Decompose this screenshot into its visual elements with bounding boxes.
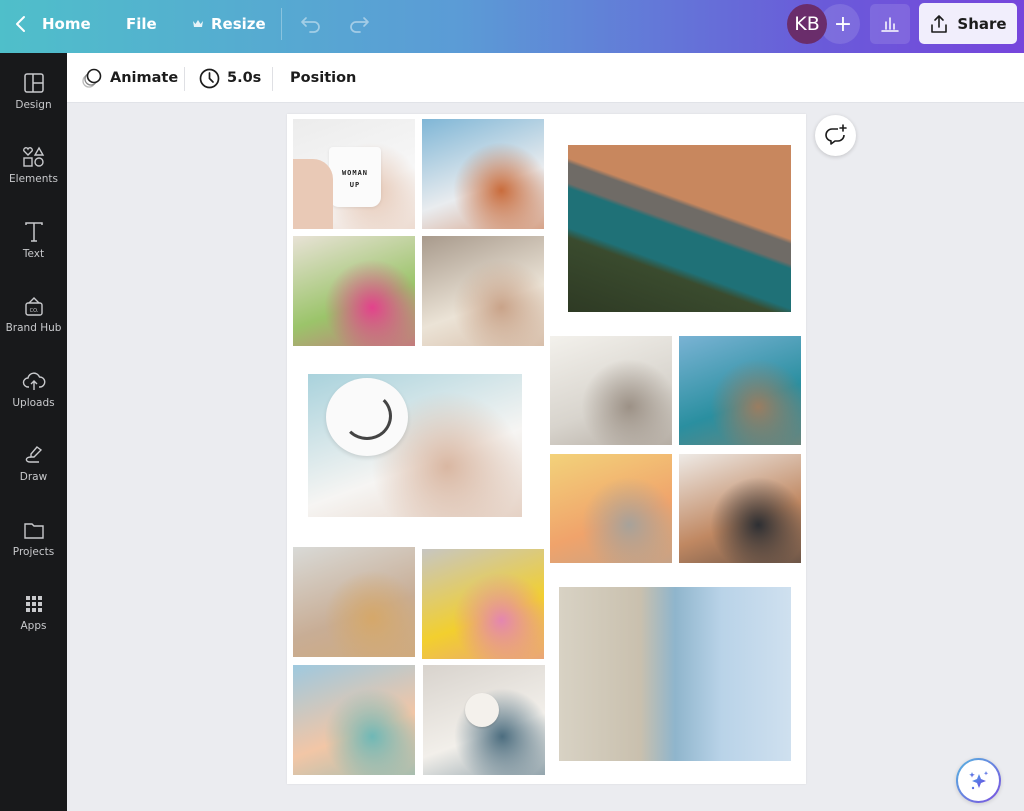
add-comment-button[interactable] xyxy=(815,115,856,156)
svg-text:CO.: CO. xyxy=(29,308,38,314)
design-page[interactable]: WOMAN UP xyxy=(287,114,806,784)
sidebar-item-text[interactable]: Text xyxy=(0,219,67,289)
folder-icon xyxy=(23,523,44,539)
brand-hub-icon: CO. xyxy=(24,297,43,316)
sidebar-item-label: Apps xyxy=(20,620,47,632)
animate-button[interactable]: Animate xyxy=(81,53,178,103)
divider xyxy=(272,67,273,91)
clock-icon xyxy=(199,68,220,88)
hand-shape xyxy=(293,159,333,229)
chevron-left-icon xyxy=(16,15,25,32)
home-button[interactable]: Home xyxy=(14,0,91,47)
shapes-icon xyxy=(22,146,44,167)
photo-hat-pool[interactable] xyxy=(308,374,522,517)
share-label: Share xyxy=(957,14,1007,33)
crown-icon xyxy=(193,19,203,27)
sidebar-item-label: Design xyxy=(15,99,52,111)
resize-button[interactable]: Resize xyxy=(192,0,266,47)
photo-colorful-bouquet[interactable] xyxy=(422,549,544,659)
avatar-initials: KB xyxy=(794,13,820,35)
plus-icon: + xyxy=(833,11,853,37)
hat-band xyxy=(342,392,392,440)
redo-button[interactable] xyxy=(348,0,370,47)
share-button[interactable]: Share xyxy=(919,3,1017,44)
undo-button[interactable] xyxy=(300,0,322,47)
text-icon xyxy=(24,222,43,242)
upload-share-icon xyxy=(931,14,948,33)
draw-icon xyxy=(25,446,42,463)
photo-sun-drawn-leg[interactable] xyxy=(568,145,791,312)
sidebar-item-label: Text xyxy=(22,248,45,260)
sidebar-item-label: Draw xyxy=(19,471,48,483)
home-label: Home xyxy=(42,14,91,33)
sidebar-item-elements[interactable]: Elements xyxy=(0,144,67,214)
sand-dollar-shape xyxy=(465,693,499,727)
top-bar: Home File Resize + KB Share xyxy=(0,0,1024,53)
file-label: File xyxy=(126,14,157,33)
animate-label: Animate xyxy=(110,70,179,86)
sidebar-item-uploads[interactable]: Uploads xyxy=(0,368,67,438)
photo-dock-flowers[interactable] xyxy=(559,587,791,761)
photo-glass-coffee-cup[interactable] xyxy=(293,547,415,657)
animate-icon xyxy=(82,68,102,88)
apps-grid-icon xyxy=(25,596,42,612)
bar-chart-icon xyxy=(881,17,899,32)
position-label: Position xyxy=(290,70,357,86)
photo-sand-dollar-fingers[interactable] xyxy=(423,665,545,775)
redo-icon xyxy=(350,16,369,33)
duration-button[interactable]: 5.0s xyxy=(199,53,261,103)
sidebar-item-draw[interactable]: Draw xyxy=(0,442,67,512)
undo-icon xyxy=(301,16,320,33)
sidebar-item-projects[interactable]: Projects xyxy=(0,517,67,587)
insights-button[interactable] xyxy=(870,4,910,44)
photo-sailboat[interactable] xyxy=(293,665,415,775)
photo-white-roses[interactable] xyxy=(550,336,672,445)
magic-assistant-button[interactable] xyxy=(956,758,1001,803)
position-button[interactable]: Position xyxy=(290,53,356,103)
sidebar-item-label: Elements xyxy=(9,173,58,185)
divider xyxy=(184,67,185,91)
photo-flower-bouquet[interactable] xyxy=(293,236,415,346)
sidebar-item-apps[interactable]: Apps xyxy=(0,591,67,661)
layout-icon xyxy=(23,73,44,93)
sidebar-item-label: Brand Hub xyxy=(5,322,62,334)
duration-label: 5.0s xyxy=(227,70,262,86)
resize-label: Resize xyxy=(211,14,266,33)
photo-boat-flag[interactable] xyxy=(422,119,544,229)
mug-text: WOMAN UP xyxy=(341,169,369,189)
user-avatar[interactable]: KB xyxy=(787,4,827,44)
sidebar-item-design[interactable]: Design xyxy=(0,70,67,140)
divider xyxy=(281,8,282,40)
left-sidebar: Design Elements Text CO. Brand Hub Uploa… xyxy=(0,53,67,811)
sparkle-icon xyxy=(968,770,988,789)
context-toolbar: Animate 5.0s Position xyxy=(67,53,1024,103)
comment-add-icon xyxy=(824,123,847,145)
photo-marina-dock[interactable] xyxy=(679,336,801,445)
cloud-upload-icon xyxy=(22,372,45,390)
photo-yellow-dahlias[interactable] xyxy=(550,454,672,563)
photo-legs-window[interactable] xyxy=(679,454,801,563)
sidebar-item-label: Uploads xyxy=(12,397,55,409)
file-menu-button[interactable]: File xyxy=(126,0,157,47)
sidebar-item-brand-hub[interactable]: CO. Brand Hub xyxy=(0,293,67,363)
photo-woman-up-mug[interactable]: WOMAN UP xyxy=(293,119,415,229)
photo-sand-dollar-hand[interactable] xyxy=(422,236,544,346)
sidebar-item-label: Projects xyxy=(12,546,55,558)
